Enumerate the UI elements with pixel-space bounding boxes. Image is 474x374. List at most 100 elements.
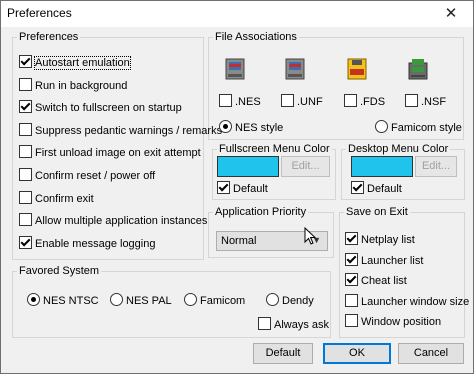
- pref-item-2[interactable]: Switch to fullscreen on startup: [19, 100, 182, 114]
- file-assoc-3-check[interactable]: [405, 94, 418, 107]
- save-item-1[interactable]: Launcher list: [345, 252, 424, 267]
- close-icon[interactable]: ✕: [429, 1, 473, 27]
- preferences-window: Preferences ✕ Preferences File Associati…: [0, 0, 474, 374]
- fullscreen-edit-button[interactable]: Edit...: [281, 156, 330, 177]
- fullscreen-default-checkbox[interactable]: Default: [217, 181, 268, 195]
- fds-disk-icon: [347, 58, 367, 80]
- favored-system-2-label: Famicom: [200, 295, 246, 307]
- pref-item-8-check[interactable]: [19, 235, 32, 249]
- file-assoc-1-label: .UNF: [297, 96, 323, 108]
- pref-item-2-label: Switch to fullscreen on startup: [35, 102, 182, 115]
- favored-system-3-label: Dendy: [282, 295, 314, 307]
- assoc-style-1-label: Famicom style: [391, 122, 462, 134]
- nsf-cartridge-icon: [408, 59, 428, 80]
- favored-system-0[interactable]: NES NTSC: [27, 293, 99, 307]
- file-assoc-2-check[interactable]: [344, 94, 357, 107]
- favored-system-legend: Favored System: [19, 265, 100, 277]
- file-assoc-1[interactable]: .UNF: [281, 94, 323, 108]
- mouse-cursor-icon: [304, 227, 317, 245]
- favored-system-1[interactable]: NES PAL: [110, 293, 172, 307]
- pref-item-0-check[interactable]: [19, 55, 32, 68]
- assoc-style-0[interactable]: NES style: [219, 120, 283, 134]
- cancel-button[interactable]: Cancel: [398, 343, 464, 364]
- pref-item-4[interactable]: First unload image on exit attempt: [19, 145, 201, 159]
- pref-item-5-label: Confirm reset / power off: [35, 170, 156, 182]
- file-associations-legend: File Associations: [215, 31, 297, 43]
- desktop-menu-color-legend: Desktop Menu Color: [348, 143, 449, 155]
- pref-item-7-label: Allow multiple application instances: [35, 215, 208, 228]
- desktop-edit-button[interactable]: Edit...: [415, 156, 457, 177]
- ok-button[interactable]: OK: [323, 343, 391, 364]
- save-on-exit-legend: Save on Exit: [346, 206, 408, 218]
- save-item-0-label: Netplay list: [361, 234, 415, 246]
- save-item-2-check[interactable]: [345, 273, 358, 286]
- pref-item-7-check[interactable]: [19, 213, 32, 227]
- save-item-4[interactable]: Window position: [345, 314, 441, 328]
- pref-item-3-check[interactable]: [19, 122, 32, 136]
- desktop-color-swatch: [351, 156, 413, 177]
- favored-system-3-radio[interactable]: [266, 293, 279, 306]
- save-item-0[interactable]: Netplay list: [345, 232, 415, 246]
- pref-item-1-check[interactable]: [19, 77, 32, 91]
- save-item-4-check[interactable]: [345, 314, 358, 327]
- pref-item-5[interactable]: Confirm reset / power off: [19, 168, 155, 182]
- favored-system-0-radio[interactable]: [27, 293, 40, 306]
- always-ask-check[interactable]: [258, 317, 271, 330]
- default-button[interactable]: Default: [253, 343, 313, 364]
- window-title: Preferences: [7, 6, 72, 20]
- pref-item-1-label: Run in background: [35, 79, 128, 92]
- pref-item-0[interactable]: Autostart emulation: [19, 55, 131, 70]
- pref-item-2-check[interactable]: [19, 100, 32, 114]
- file-assoc-0[interactable]: .NES: [219, 94, 261, 108]
- file-assoc-0-check[interactable]: [219, 94, 232, 107]
- favored-system-1-label: NES PAL: [126, 295, 172, 307]
- pref-item-1[interactable]: Run in background: [19, 77, 128, 92]
- save-item-3-check[interactable]: [345, 293, 358, 307]
- file-assoc-0-label: .NES: [235, 96, 261, 108]
- desktop-default-check[interactable]: [351, 181, 364, 194]
- favored-system-0-label: NES NTSC: [43, 295, 99, 307]
- pref-item-6[interactable]: Confirm exit: [19, 190, 94, 205]
- save-item-2[interactable]: Cheat list: [345, 273, 407, 287]
- save-item-4-label: Window position: [361, 316, 442, 328]
- pref-item-0-label: Autostart emulation: [34, 56, 131, 70]
- pref-item-4-check[interactable]: [19, 145, 32, 159]
- desktop-default-checkbox[interactable]: Default: [351, 181, 402, 195]
- file-assoc-1-check[interactable]: [281, 94, 294, 107]
- save-item-0-check[interactable]: [345, 232, 358, 245]
- favored-system-2-radio[interactable]: [184, 293, 197, 306]
- nes-cartridge-icon: [225, 58, 245, 80]
- pref-item-6-check[interactable]: [19, 190, 32, 204]
- file-assoc-2[interactable]: .FDS: [344, 94, 385, 108]
- favored-system-1-radio[interactable]: [110, 293, 123, 306]
- pref-item-3[interactable]: Suppress pedantic warnings / remarks: [19, 122, 223, 137]
- desktop-default-label: Default: [367, 183, 402, 195]
- assoc-style-1[interactable]: Famicom style: [375, 120, 462, 134]
- pref-item-5-check[interactable]: [19, 168, 32, 181]
- always-ask-label: Always ask: [274, 319, 330, 331]
- fullscreen-default-check[interactable]: [217, 181, 230, 194]
- application-priority-legend: Application Priority: [215, 206, 307, 218]
- assoc-style-0-radio[interactable]: [219, 120, 232, 133]
- unf-cartridge-icon: [285, 58, 305, 80]
- file-assoc-2-label: .FDS: [360, 96, 386, 108]
- favored-system-2[interactable]: Famicom: [184, 293, 245, 307]
- pref-item-8-label: Enable message logging: [35, 237, 156, 250]
- pref-item-7[interactable]: Allow multiple application instances: [19, 213, 207, 227]
- file-assoc-3[interactable]: .NSF: [405, 94, 446, 108]
- always-ask-checkbox[interactable]: Always ask: [258, 317, 329, 331]
- favored-system-3[interactable]: Dendy: [266, 293, 314, 307]
- pref-item-6-label: Confirm exit: [35, 192, 94, 205]
- preferences-legend: Preferences: [19, 31, 79, 43]
- title-bar[interactable]: Preferences ✕: [1, 1, 473, 27]
- file-assoc-3-label: .NSF: [421, 96, 447, 108]
- pref-item-3-label: Suppress pedantic warnings / remarks: [35, 124, 223, 137]
- assoc-style-1-radio[interactable]: [375, 120, 388, 133]
- save-item-1-check[interactable]: [345, 252, 358, 266]
- save-item-3[interactable]: Launcher window size: [345, 293, 470, 308]
- save-item-2-label: Cheat list: [361, 275, 407, 287]
- assoc-style-0-label: NES style: [235, 122, 284, 134]
- pref-item-8[interactable]: Enable message logging: [19, 235, 156, 250]
- save-item-3-label: Launcher window size: [361, 295, 470, 308]
- save-item-1-label: Launcher list: [361, 254, 424, 267]
